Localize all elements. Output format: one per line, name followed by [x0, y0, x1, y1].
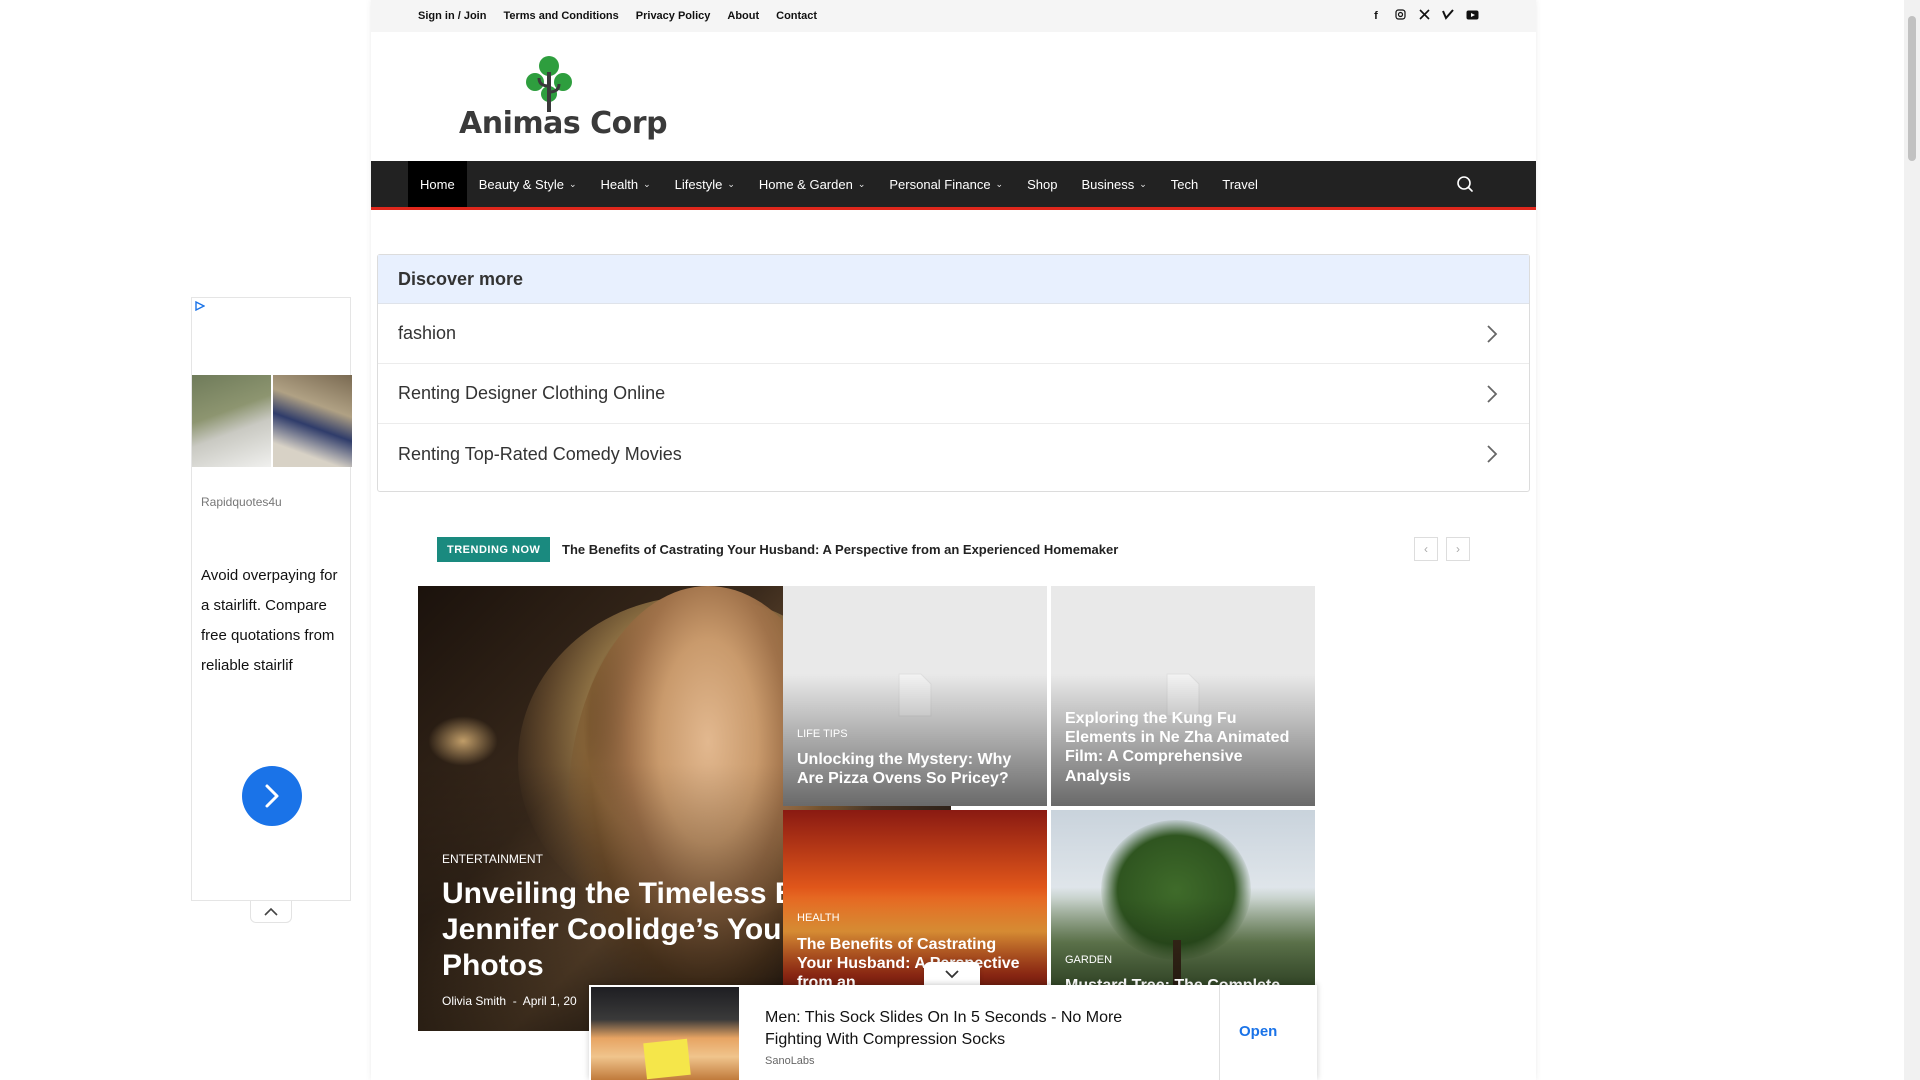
- nav-item-label: Tech: [1170, 176, 1199, 192]
- ad-source: SanoLabs: [765, 1055, 815, 1067]
- article-category[interactable]: HEALTH: [797, 912, 840, 924]
- discover-more-panel: Discover more fashion Renting Designer C…: [377, 254, 1530, 492]
- top-bar: Sign in / Join Terms and Conditions Priv…: [371, 0, 1536, 32]
- ad-toggle-button[interactable]: [924, 962, 980, 986]
- nav-item-shop[interactable]: Shop: [1015, 161, 1069, 207]
- chevron-down-icon: ⌄: [568, 178, 577, 189]
- nav-item-personal-finance[interactable]: Personal Finance ⌄: [877, 161, 1015, 207]
- nav-item-tech[interactable]: Tech: [1159, 161, 1210, 207]
- article-title[interactable]: The Benefits of Castrating Your Husband:…: [797, 935, 1033, 993]
- trending-badge: TRENDING NOW: [437, 537, 551, 562]
- article-category[interactable]: ENTERTAINMENT: [442, 852, 543, 866]
- discover-item-label: Renting Designer Clothing Online: [398, 383, 666, 403]
- page-scrollbar[interactable]: [1904, 0, 1920, 1080]
- ad-title[interactable]: Men: This Sock Slides On In 5 Seconds - …: [765, 1007, 1145, 1051]
- featured-article[interactable]: LIFE TIPS Unlocking the Mystery: Why Are…: [783, 586, 1047, 806]
- discover-item-label: fashion: [398, 323, 457, 343]
- ad-collapse-button[interactable]: [250, 901, 292, 923]
- chevron-right-icon: [265, 784, 279, 808]
- nav-item-label: Business: [1081, 176, 1135, 192]
- chevron-down-icon: [945, 970, 959, 979]
- chevron-down-icon: ⌄: [643, 178, 651, 189]
- chevron-right-icon: [1487, 324, 1498, 343]
- nav-item-health[interactable]: Health ⌄: [589, 161, 663, 207]
- tree-logo-icon: [526, 56, 572, 112]
- article-title[interactable]: Exploring the Kung Fu Elements in Ne Zha…: [1065, 709, 1301, 786]
- nav-items: Home Beauty & Style ⌄ Health ⌄ Lifestyle ⌄ Home…: [408, 161, 1270, 207]
- discover-heading: Discover more: [378, 255, 1529, 304]
- site-logo[interactable]: Animas Corp: [459, 52, 668, 147]
- trending-headline[interactable]: The Benefits of Castrating Your Husband:…: [562, 542, 1118, 557]
- terms-link[interactable]: Terms and Conditions: [503, 10, 618, 22]
- ad-copy[interactable]: Avoid overpaying for a stairlift. Compar…: [201, 561, 341, 681]
- chevron-right-icon: [1487, 445, 1498, 463]
- ad-image-stairlift-outdoor[interactable]: [192, 375, 271, 467]
- main-container: Sign in / Join Terms and Conditions Priv…: [371, 0, 1536, 1080]
- nav-item-label: Beauty & Style: [478, 176, 564, 192]
- nav-item-label: Shop: [1027, 176, 1058, 192]
- main-nav: Home Beauty & Style ⌄ Health ⌄ Lifestyle ⌄ Home…: [371, 161, 1536, 210]
- social-links: f: [1370, 0, 1479, 32]
- nav-item-label: Personal Finance: [889, 176, 991, 192]
- bottom-ad[interactable]: Men: This Sock Slides On In 5 Seconds - …: [589, 985, 1317, 1080]
- trending-next-button[interactable]: ›: [1446, 537, 1470, 561]
- logo-text: Animas Corp: [459, 106, 668, 141]
- chevron-right-icon: [1487, 384, 1498, 403]
- chevron-up-icon: [264, 907, 278, 916]
- trending-bar: TRENDING NOW The Benefits of Castrating …: [437, 537, 1482, 563]
- sign-in-link[interactable]: Sign in / Join: [418, 10, 486, 22]
- nav-item-label: Home & Garden: [758, 176, 853, 192]
- nav-item-business[interactable]: Business ⌄: [1069, 161, 1158, 207]
- nav-item-label: Health: [600, 176, 639, 192]
- page: Rapidquotes4u Avoid overpaying for a sta…: [0, 0, 1920, 1080]
- instagram-icon[interactable]: [1394, 9, 1406, 23]
- article-author[interactable]: Olivia Smith: [442, 994, 506, 1008]
- facebook-icon[interactable]: f: [1370, 10, 1382, 22]
- youtube-icon[interactable]: [1466, 10, 1479, 23]
- article-category[interactable]: LIFE TIPS: [797, 728, 848, 740]
- x-icon[interactable]: [1418, 9, 1430, 23]
- article-category[interactable]: GARDEN: [1065, 954, 1112, 966]
- chevron-down-icon: ⌄: [1139, 178, 1147, 189]
- chevron-down-icon: ⌄: [857, 178, 866, 189]
- article-title[interactable]: Unlocking the Mystery: Why Are Pizza Ove…: [797, 750, 1033, 788]
- contact-link[interactable]: Contact: [776, 10, 817, 22]
- nav-item-label: Home: [420, 176, 455, 192]
- discover-item[interactable]: fashion: [378, 304, 1529, 364]
- nav-item-lifestyle[interactable]: Lifestyle ⌄: [663, 161, 747, 207]
- ad-image-stairlift-seat[interactable]: [273, 375, 352, 467]
- discover-item[interactable]: Renting Top-Rated Comedy Movies: [378, 424, 1529, 484]
- top-links: Sign in / Join Terms and Conditions Priv…: [418, 0, 834, 32]
- lamp-glow: [428, 716, 498, 766]
- privacy-link[interactable]: Privacy Policy: [636, 10, 711, 22]
- ad-next-button[interactable]: [242, 766, 302, 826]
- article-date: April 1, 20: [522, 994, 577, 1008]
- ad-image[interactable]: [591, 987, 739, 1080]
- vimeo-icon[interactable]: [1442, 9, 1454, 23]
- search-icon[interactable]: [1456, 175, 1474, 193]
- trending-prev-button[interactable]: ‹: [1414, 537, 1438, 561]
- featured-article[interactable]: Exploring the Kung Fu Elements in Ne Zha…: [1051, 586, 1315, 806]
- left-ad[interactable]: Rapidquotes4u Avoid overpaying for a sta…: [191, 297, 352, 901]
- ad-divider: [1219, 985, 1220, 1080]
- nav-item-home[interactable]: Home: [408, 161, 467, 207]
- adchoices-icon[interactable]: [195, 301, 205, 311]
- discover-item-label: Renting Top-Rated Comedy Movies: [398, 443, 682, 464]
- ad-image-note: [643, 1038, 691, 1080]
- nav-item-label: Travel: [1222, 176, 1258, 192]
- nav-item-beauty-style[interactable]: Beauty & Style ⌄: [467, 161, 589, 207]
- chevron-down-icon: ⌄: [995, 178, 1004, 189]
- article-meta: Olivia Smith - April 1, 20: [442, 994, 577, 1008]
- nav-item-travel[interactable]: Travel: [1210, 161, 1270, 207]
- nav-item-home-garden[interactable]: Home & Garden ⌄: [747, 161, 877, 207]
- ad-open-button[interactable]: Open: [1239, 1023, 1277, 1040]
- chevron-down-icon: ⌄: [727, 178, 735, 189]
- ad-source: Rapidquotes4u: [201, 495, 282, 509]
- nav-item-label: Lifestyle: [674, 176, 723, 192]
- scrollbar-thumb[interactable]: [1908, 16, 1916, 161]
- discover-item[interactable]: Renting Designer Clothing Online: [378, 364, 1529, 424]
- meta-separator: -: [509, 994, 523, 1008]
- about-link[interactable]: About: [727, 10, 759, 22]
